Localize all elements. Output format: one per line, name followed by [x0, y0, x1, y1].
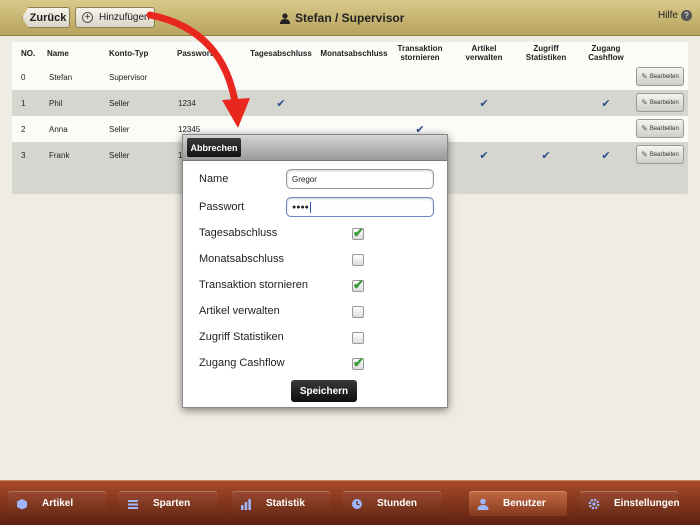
bar-chart-icon [240, 498, 252, 510]
option-label: Zugang Cashflow [199, 357, 285, 369]
nav-tab-label: Einstellungen [614, 498, 680, 509]
cancel-button[interactable]: Abbrechen [187, 138, 241, 157]
nav-tab-benutzer[interactable]: Benutzer [469, 491, 567, 516]
option-label: Tagesabschluss [199, 227, 278, 239]
nav-tab-label: Stunden [377, 498, 417, 509]
nav-tab-einstellungen[interactable]: Einstellungen [580, 491, 680, 516]
password-label: Passwort [199, 201, 245, 213]
nav-tab-label: Statistik [266, 498, 305, 509]
option-checkbox[interactable] [352, 277, 364, 293]
user-icon [477, 498, 489, 510]
gear-icon [588, 498, 600, 510]
clock-icon [351, 498, 363, 510]
bottom-nav: Artikel Sparten Statistik Stunden Benutzer Ei… [0, 480, 700, 525]
option-label: Artikel verwalten [199, 305, 280, 317]
nav-tab-statistik[interactable]: Statistik [232, 491, 330, 516]
save-button[interactable]: Speichern [291, 380, 357, 402]
nav-tab-label: Sparten [153, 498, 191, 509]
list-icon [127, 498, 139, 510]
name-label: Name [199, 173, 229, 185]
name-input-value: Gregor [292, 174, 317, 184]
nav-tab-label: Artikel [42, 498, 74, 509]
option-checkbox[interactable] [352, 306, 364, 318]
popup-header: Abbrechen [183, 135, 447, 161]
text-cursor [309, 201, 311, 213]
option-checkbox[interactable] [352, 355, 364, 371]
box-icon [16, 498, 28, 510]
name-input[interactable]: Gregor [286, 169, 434, 189]
option-checkbox[interactable] [352, 254, 364, 266]
add-user-popup: Abbrechen Name Gregor Passwort ●●●● Tage… [182, 134, 448, 408]
nav-tab-label: Benutzer [503, 498, 546, 509]
password-input-value: ●●●● [292, 203, 309, 211]
option-label: Zugriff Statistiken [199, 331, 284, 343]
option-label: Transaktion stornieren [199, 279, 309, 291]
nav-tab-artikel[interactable]: Artikel [8, 491, 106, 516]
nav-tab-sparten[interactable]: Sparten [119, 491, 217, 516]
option-checkbox[interactable] [352, 225, 364, 241]
password-input[interactable]: ●●●● [286, 197, 434, 217]
option-checkbox[interactable] [352, 332, 364, 344]
option-label: Monatsabschluss [199, 253, 284, 265]
nav-tab-stunden[interactable]: Stunden [343, 491, 441, 516]
